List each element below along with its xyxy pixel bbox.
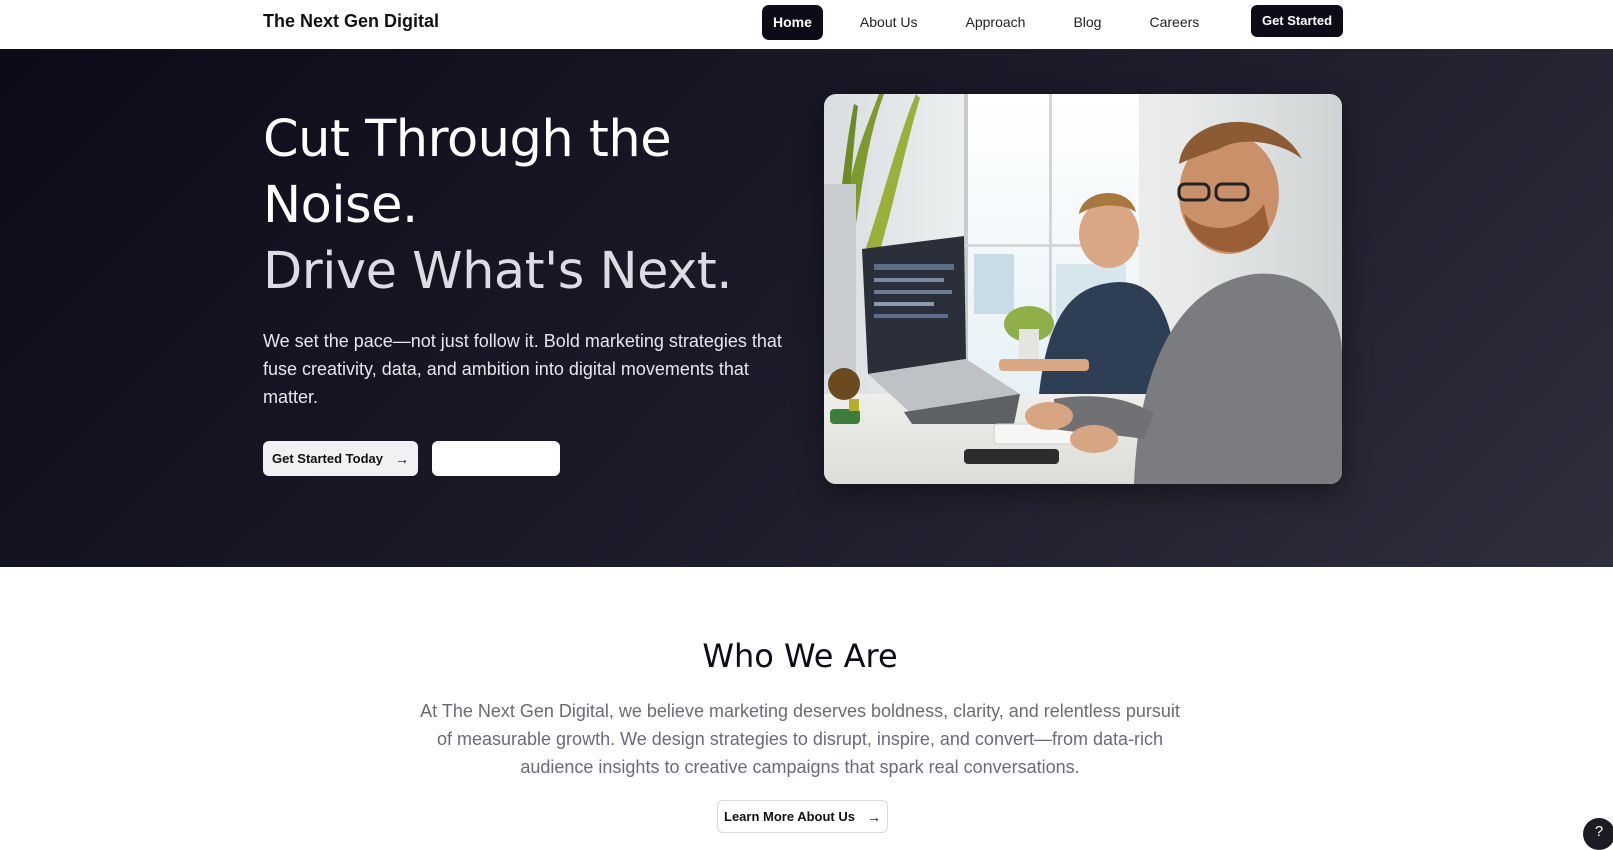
nav-home[interactable]: Home (762, 5, 823, 40)
office-photo-icon (824, 94, 1342, 484)
brand-logo[interactable]: The Next Gen Digital (263, 11, 439, 32)
hero-title-line-3: Drive What's Next. (263, 242, 733, 301)
arrow-right-icon: → (866, 808, 881, 825)
nav-blog[interactable]: Blog (1062, 5, 1112, 40)
top-navbar: The Next Gen Digital Home About Us Appro… (0, 0, 1613, 50)
hero-title-line-1: Cut Through the (263, 110, 672, 169)
nav-links: Home About Us Approach Blog Careers (762, 5, 1236, 40)
nav-about-us[interactable]: About Us (849, 5, 929, 40)
hero-section: Cut Through the Noise. Drive What's Next… (0, 49, 1613, 567)
arrow-right-icon: → (395, 450, 409, 467)
office-photo-illustration (824, 94, 1342, 484)
secondary-hero-button[interactable] (432, 441, 560, 476)
nav-careers[interactable]: Careers (1138, 5, 1210, 40)
help-question-icon[interactable]: ? (1583, 818, 1613, 850)
get-started-button[interactable]: Get Started (1251, 5, 1343, 37)
hero-subtitle: We set the pace—not just follow it. Bold… (263, 331, 782, 407)
hero-title-line-2: Noise. (263, 176, 418, 235)
get-started-today-label: Get Started Today (271, 451, 383, 466)
learn-more-label: Learn More About Us (724, 809, 855, 824)
learn-more-about-us-button[interactable]: Learn More About Us → (717, 800, 888, 833)
get-started-today-button[interactable]: Get Started Today → (263, 441, 418, 476)
nav-approach[interactable]: Approach (955, 5, 1037, 40)
who-we-are-text: At The Next Gen Digital, we believe mark… (420, 701, 1180, 777)
who-we-are-title: Who We Are (702, 637, 898, 675)
hero-title: Cut Through the Noise. Drive What's Next… (263, 107, 733, 305)
